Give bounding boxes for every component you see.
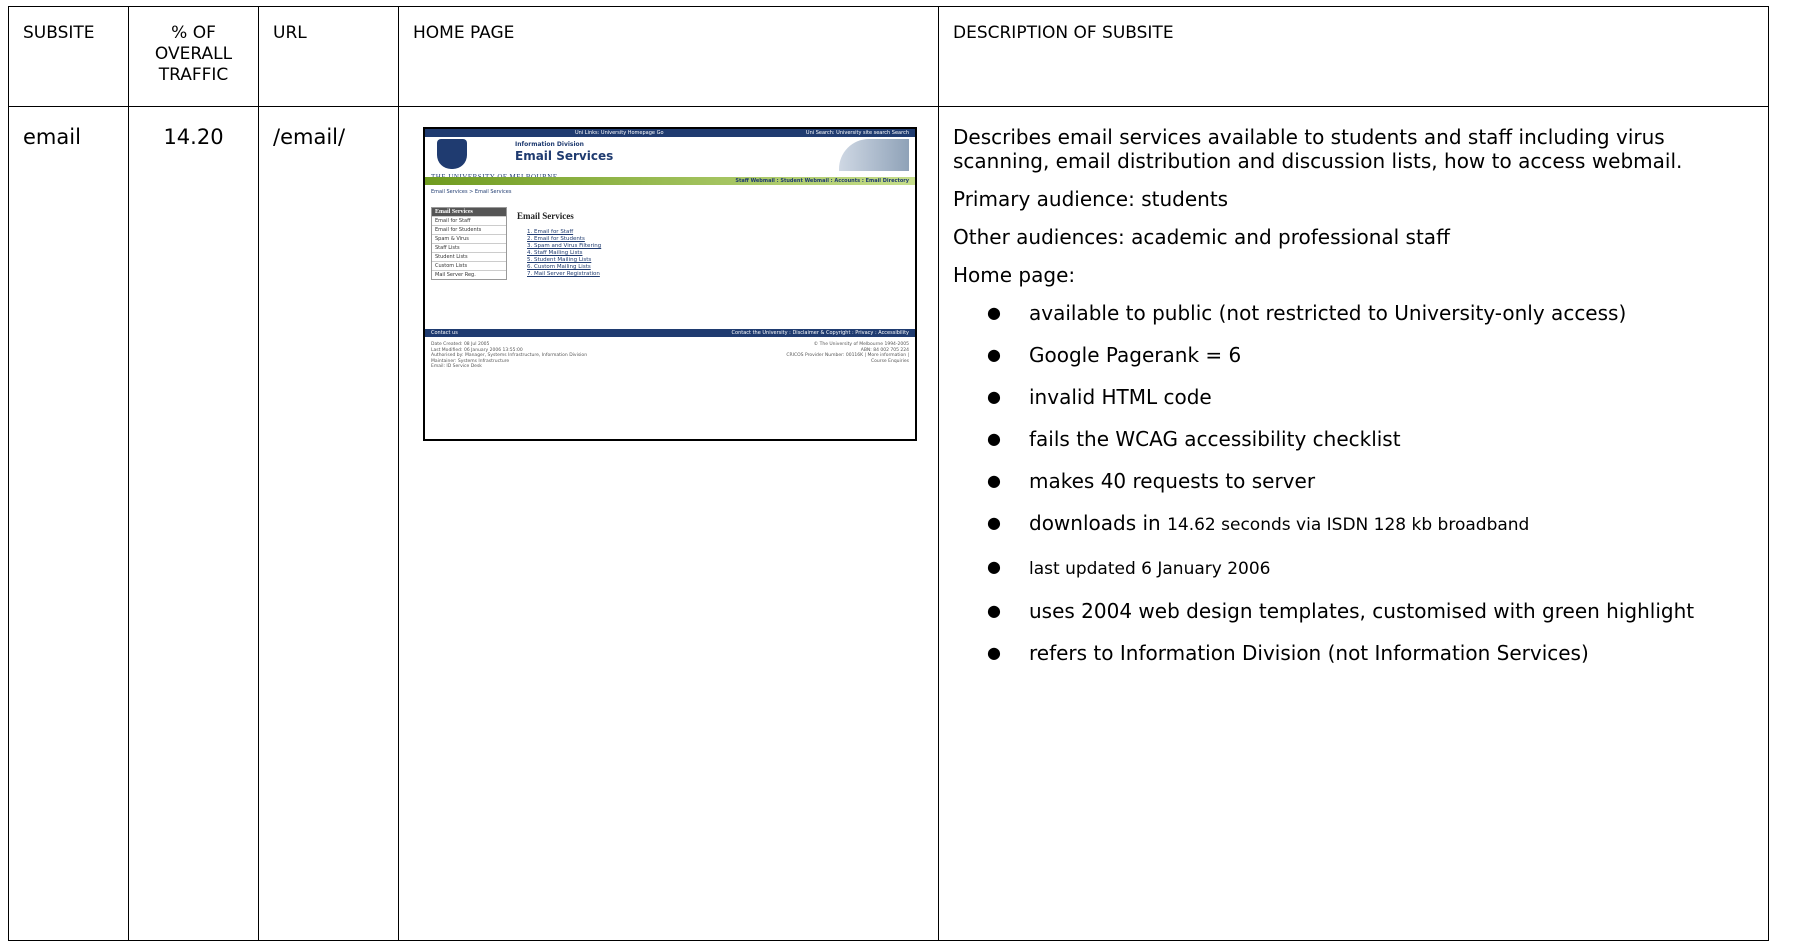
shot-main-list: 1. Email for Staff 2. Email for Students…	[527, 229, 601, 278]
shot-main-title: Email Services	[517, 211, 574, 221]
other-audiences: Other audiences: academic and profession…	[953, 225, 1450, 249]
subsite-name: email	[23, 125, 81, 149]
shot-sidebar-head: Email Services	[432, 208, 506, 216]
bullet-icon: ●	[987, 557, 1001, 576]
list-item: ● invalid HTML code	[987, 385, 1754, 409]
shot-meta-right: © The University of Melbourne 1994-2005 …	[786, 342, 909, 364]
shot-title: Email Services	[515, 149, 614, 163]
shot-uni-links: Uni Links: University Homepage Go	[575, 130, 664, 136]
shot-banner-photo	[839, 139, 909, 171]
shot-main-link: 3. Spam and Virus Filtering	[527, 243, 602, 249]
header-subsite-text: SUBSITE	[23, 23, 95, 43]
list-item: ● last updated 6 January 2006	[987, 555, 1754, 581]
shot-meta-right-line: Course Enquiries	[870, 358, 909, 364]
fact-text: fails the WCAG accessibility checklist	[1029, 427, 1401, 451]
list-item: ● Google Pagerank = 6	[987, 343, 1754, 367]
shot-sidebar-item: Email for Staff	[432, 216, 506, 225]
list-item: ● uses 2004 web design templates, customi…	[987, 599, 1754, 623]
traffic-value: 14.20	[163, 125, 224, 149]
home-page-facts: ● available to public (not restricted to …	[953, 301, 1754, 665]
shot-footer-right: Contact the University : Disclaimer & Co…	[731, 330, 909, 336]
list-item: ● available to public (not restricted to …	[987, 301, 1754, 325]
shot-main-link: 5. Student Mailing Lists	[527, 257, 592, 263]
fact-text: refers to Information Division (not Info…	[1029, 641, 1589, 665]
description-intro: Describes email services available to st…	[953, 125, 1683, 173]
shot-sidebar-item: Spam & Virus	[432, 234, 506, 243]
shot-sidebar-item: Email for Students	[432, 225, 506, 234]
fact-text: uses 2004 web design templates, customis…	[1029, 599, 1695, 623]
home-page-label: Home page:	[953, 263, 1076, 287]
bullet-icon: ●	[987, 601, 1001, 620]
shot-sidebar: Email Services Email for Staff Email for…	[431, 207, 507, 280]
header-url: URL	[258, 6, 399, 107]
bullet-icon: ●	[987, 303, 1001, 322]
bullet-icon: ●	[987, 643, 1001, 662]
bullet-icon: ●	[987, 513, 1001, 532]
cell-description: Describes email services available to st…	[938, 106, 1769, 941]
header-description: DESCRIPTION OF SUBSITE	[938, 6, 1769, 107]
shot-main-link: 7. Mail Server Registration	[527, 271, 600, 277]
last-updated: last updated 6 January 2006	[1029, 559, 1271, 579]
header-description-text: DESCRIPTION OF SUBSITE	[953, 23, 1174, 43]
header-subsite: SUBSITE	[8, 6, 129, 107]
table-row: email 14.20 /email/ Uni Links: Universit…	[8, 106, 1769, 941]
fact-text: makes 40 requests to server	[1029, 469, 1316, 493]
list-item: ● refers to Information Division (not Inf…	[987, 641, 1754, 665]
shot-breadcrumb: Email Services > Email Services	[431, 189, 512, 195]
fact-text: invalid HTML code	[1029, 385, 1212, 409]
bullet-icon: ●	[987, 387, 1001, 406]
primary-audience: Primary audience: students	[953, 187, 1229, 211]
download-prefix: downloads in	[1029, 511, 1161, 535]
header-traffic-line3: TRAFFIC	[158, 65, 229, 85]
shot-sidebar-item: Mail Server Reg.	[432, 270, 506, 279]
cell-home-page: Uni Links: University Homepage Go Uni Se…	[398, 106, 939, 941]
shot-green-links: Staff Webmail : Student Webmail : Accoun…	[735, 178, 909, 184]
shot-footer-left: Contact us	[431, 330, 458, 336]
cell-subsite: email	[8, 106, 129, 941]
header-url-text: URL	[273, 23, 307, 43]
shot-sidebar-item: Staff Lists	[432, 243, 506, 252]
shot-main-link: 4. Staff Mailing Lists	[527, 250, 583, 256]
cell-url: /email/	[258, 106, 399, 941]
header-home-page: HOME PAGE	[398, 6, 939, 107]
shot-division: Information Division	[515, 141, 584, 148]
cell-traffic: 14.20	[128, 106, 259, 941]
header-traffic-line1: % OF	[171, 23, 216, 43]
fact-text: Google Pagerank = 6	[1029, 343, 1242, 367]
shot-sidebar-item: Student Lists	[432, 252, 506, 261]
shot-main-link: 6. Custom Mailing Lists	[527, 264, 591, 270]
download-detail: 14.62 seconds via ISDN 128 kb broadband	[1167, 515, 1530, 535]
header-traffic: % OF OVERALL TRAFFIC	[128, 6, 259, 107]
shot-main-link: 1. Email for Staff	[527, 229, 574, 235]
fact-text: available to public (not restricted to U…	[1029, 301, 1627, 325]
bullet-icon: ●	[987, 471, 1001, 490]
header-traffic-line2: OVERALL	[154, 44, 233, 64]
header-home-page-text: HOME PAGE	[413, 23, 515, 43]
header-row: SUBSITE % OF OVERALL TRAFFIC URL HOME PA…	[8, 6, 1769, 107]
university-crest-icon	[437, 139, 467, 169]
shot-main-link: 2. Email for Students	[527, 236, 585, 242]
shot-sidebar-item: Custom Lists	[432, 261, 506, 270]
bullet-icon: ●	[987, 345, 1001, 364]
shot-meta-line: Authorised by: Manager, Systems Infrastr…	[431, 353, 588, 358]
shot-green-bar: Staff Webmail : Student Webmail : Accoun…	[425, 177, 915, 185]
shot-meta: Date Created: 08 Jul 2005 Last Modified:…	[431, 342, 587, 370]
subsite-table: SUBSITE % OF OVERALL TRAFFIC URL HOME PA…	[8, 6, 1769, 941]
subsite-url: /email/	[273, 125, 346, 149]
list-item: ● makes 40 requests to server	[987, 469, 1754, 493]
home-page-screenshot: Uni Links: University Homepage Go Uni Se…	[423, 127, 917, 441]
shot-uni-search: Uni Search: University site search Searc…	[805, 130, 909, 136]
shot-meta-line: Email: ID Service Desk	[431, 364, 482, 369]
shot-meta-right-line: CRICOS Provider Number: 00116K | More in…	[786, 353, 909, 358]
list-item: ● downloads in 14.62 seconds via ISDN 128…	[987, 511, 1754, 537]
shot-footer-bar: Contact us Contact the University : Disc…	[425, 329, 915, 337]
bullet-icon: ●	[987, 429, 1001, 448]
list-item: ● fails the WCAG accessibility checklist	[987, 427, 1754, 451]
